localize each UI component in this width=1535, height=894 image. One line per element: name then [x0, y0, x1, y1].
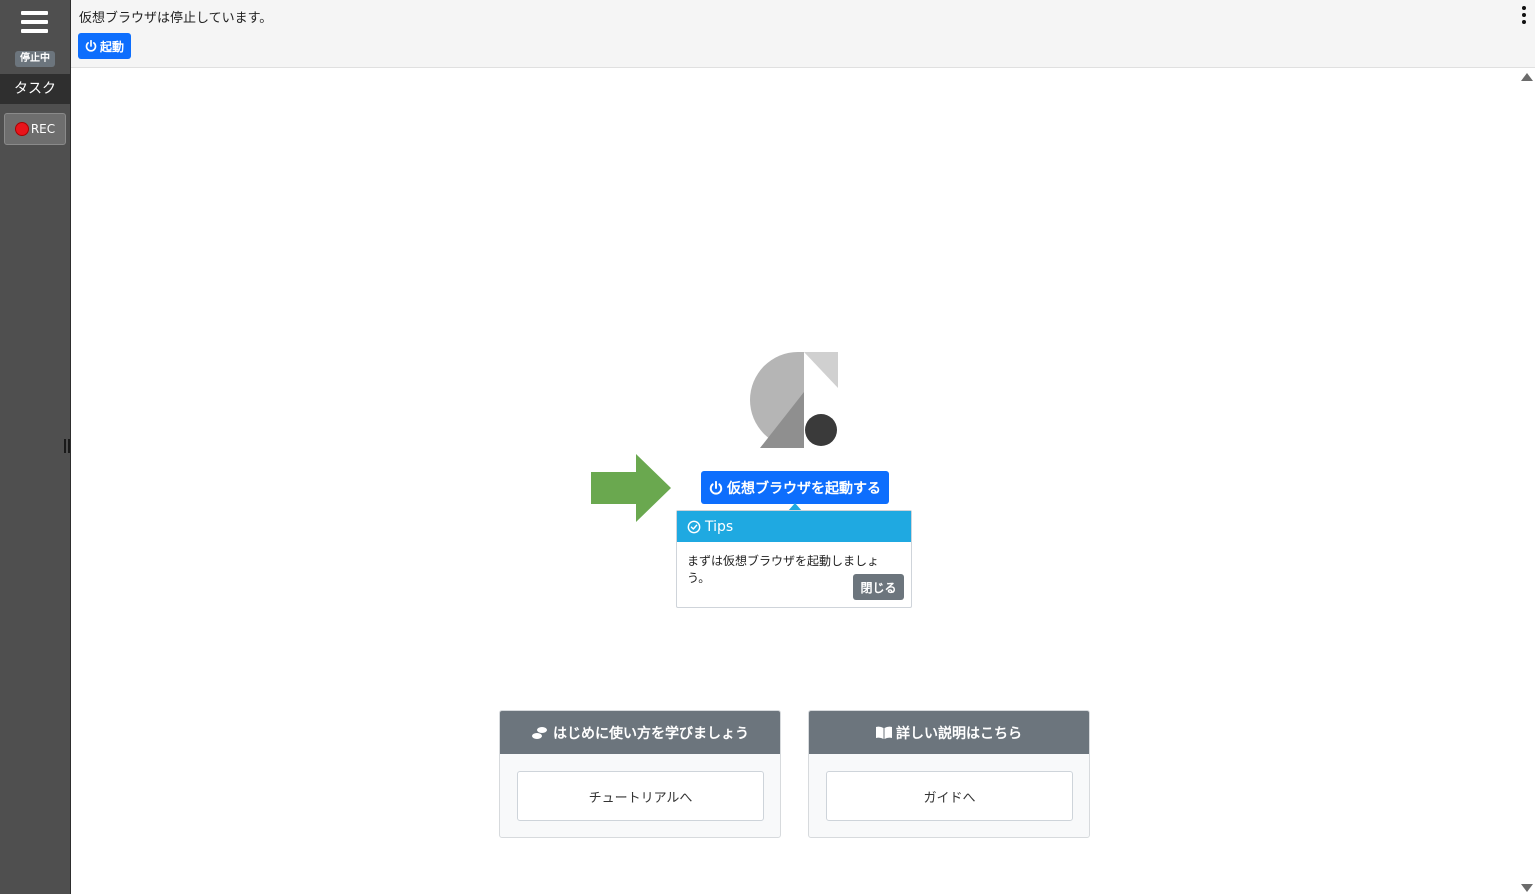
guide-button[interactable]: ガイドへ [826, 771, 1073, 821]
tips-header: Tips [677, 511, 911, 542]
sidebar: 停止中 タスク REC [0, 0, 71, 894]
rec-label: REC [30, 122, 56, 136]
footprints-icon [532, 726, 547, 739]
scroll-up-arrow-icon[interactable] [1521, 73, 1533, 81]
start-label: 起動 [99, 39, 124, 54]
tab-task[interactable]: タスク [0, 74, 70, 104]
guide-card-header: 詳しい説明はこちら [809, 711, 1089, 754]
scrollbar[interactable] [1519, 68, 1535, 894]
rec-button[interactable]: REC [4, 113, 66, 145]
tutorial-button[interactable]: チュートリアルへ [517, 771, 764, 821]
guide-card-title: 詳しい説明はこちら [896, 725, 1022, 742]
launch-browser-button[interactable]: 仮想ブラウザを起動する [701, 471, 889, 504]
tips-title: Tips [705, 518, 734, 535]
status-badge: 停止中 [15, 51, 55, 67]
record-dot-icon [14, 122, 29, 136]
browser-status-text: 仮想ブラウザは停止しています。 [79, 11, 273, 26]
menu-icon[interactable] [21, 11, 48, 35]
start-button[interactable]: 起動 [78, 33, 131, 59]
app-logo [750, 352, 838, 448]
scroll-down-arrow-icon[interactable] [1521, 884, 1533, 892]
book-icon [876, 726, 892, 739]
top-bar: 仮想ブラウザは停止しています。 起動 [71, 0, 1535, 68]
tutorial-card: はじめに使い方を学びましょう チュートリアルへ [499, 710, 781, 838]
power-icon [709, 480, 723, 495]
check-circle-icon [687, 520, 701, 533]
tutorial-card-header: はじめに使い方を学びましょう [500, 711, 780, 754]
launch-label: 仮想ブラウザを起動する [727, 480, 881, 497]
pointer-arrow-icon [591, 454, 671, 522]
resize-handle[interactable] [64, 439, 70, 453]
tips-popover: Tips まずは仮想ブラウザを起動しましょう。 閉じる [676, 510, 912, 608]
tutorial-card-title: はじめに使い方を学びましょう [553, 725, 749, 742]
close-tips-button[interactable]: 閉じる [853, 574, 904, 600]
kebab-menu-icon[interactable] [1520, 6, 1528, 24]
guide-card: 詳しい説明はこちら ガイドへ [808, 710, 1090, 838]
power-icon [85, 40, 97, 52]
